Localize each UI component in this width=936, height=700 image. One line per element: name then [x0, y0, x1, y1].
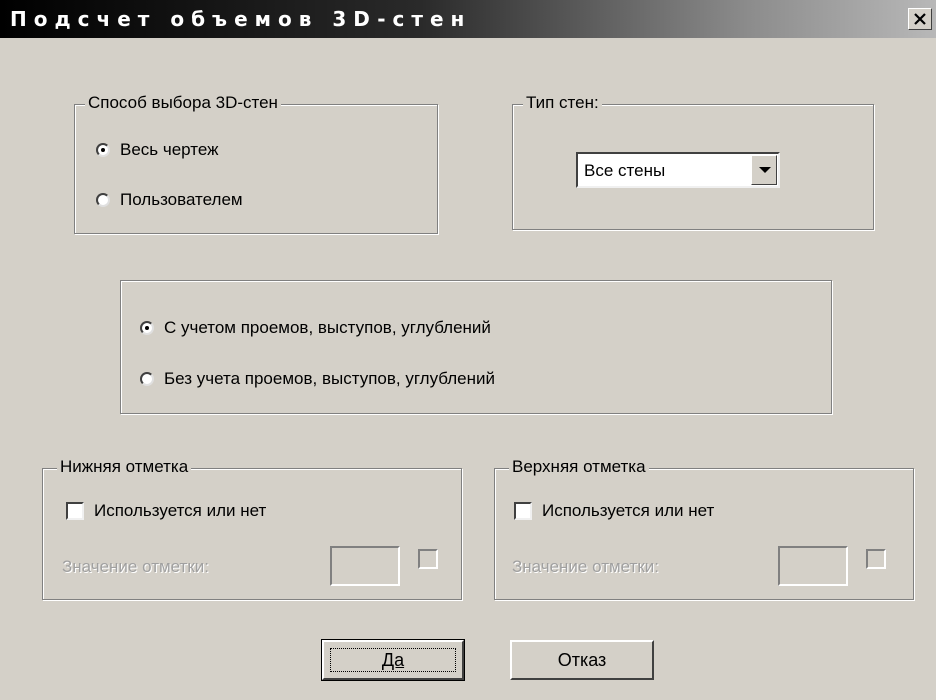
selection-method-legend: Способ выбора 3D-стен: [85, 93, 281, 113]
upper-mark-used-checkbox[interactable]: Используется или нет: [514, 501, 714, 521]
radio-whole-drawing[interactable]: Весь чертеж: [96, 140, 219, 160]
radio-button[interactable]: [140, 372, 154, 386]
radio-with-openings-label: С учетом проемов, выступов, углублений: [164, 318, 491, 337]
lower-mark-used-checkbox[interactable]: Используется или нет: [66, 501, 266, 521]
chevron-down-icon[interactable]: [751, 155, 777, 185]
upper-mark-legend: Верхняя отметка: [509, 457, 649, 477]
title-bar[interactable]: Подсчет объемов 3D-стен: [0, 0, 936, 38]
lower-mark-value-input[interactable]: [330, 546, 400, 586]
checkbox[interactable]: [66, 502, 84, 520]
lower-mark-legend: Нижняя отметка: [57, 457, 192, 477]
lower-mark-used-label: Используется или нет: [94, 501, 267, 520]
wall-type-selected-value: Все стены: [584, 161, 666, 180]
radio-button[interactable]: [96, 193, 110, 207]
wall-type-legend: Тип стен:: [523, 93, 602, 113]
upper-mark-used-label: Используется или нет: [542, 501, 715, 520]
radio-button[interactable]: [96, 143, 110, 157]
checkbox[interactable]: [514, 502, 532, 520]
upper-mark-value-label: Значение отметки:: [512, 557, 659, 576]
radio-by-user-label: Пользователем: [120, 190, 243, 209]
close-icon: [914, 13, 926, 25]
lower-mark-value-checkbox[interactable]: [418, 549, 438, 569]
ok-button[interactable]: Да: [321, 639, 465, 681]
upper-mark-value-checkbox[interactable]: [866, 549, 886, 569]
selection-method-group: Способ выбора 3D-стен: [74, 93, 438, 234]
radio-with-openings[interactable]: С учетом проемов, выступов, углублений: [140, 318, 491, 338]
radio-without-openings-label: Без учета проемов, выступов, углублений: [164, 369, 495, 388]
lower-mark-value-label: Значение отметки:: [62, 557, 209, 576]
openings-group: [120, 280, 832, 414]
focus-rectangle: [330, 648, 456, 672]
cancel-button[interactable]: Отказ: [510, 640, 654, 680]
upper-mark-value-input[interactable]: [778, 546, 848, 586]
upper-mark-group: Верхняя отметка: [494, 457, 914, 600]
wall-type-select[interactable]: Все стены: [576, 152, 780, 188]
dialog-window: Подсчет объемов 3D-стен Способ выбора 3D…: [0, 0, 936, 700]
window-title: Подсчет объемов 3D-стен: [10, 7, 472, 31]
close-button[interactable]: [908, 8, 932, 30]
cancel-button-label: Отказ: [557, 649, 607, 670]
radio-whole-drawing-label: Весь чертеж: [120, 140, 219, 159]
radio-by-user[interactable]: Пользователем: [96, 190, 243, 210]
radio-button[interactable]: [140, 321, 154, 335]
radio-without-openings[interactable]: Без учета проемов, выступов, углублений: [140, 369, 495, 389]
